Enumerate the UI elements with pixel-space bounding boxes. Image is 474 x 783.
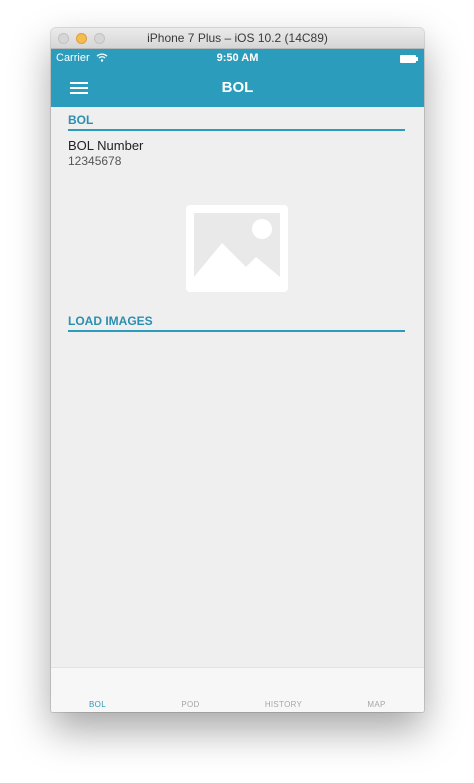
load-images-section-header: LOAD IMAGES — [68, 314, 405, 332]
tab-bar: BOL POD HISTORY MAP — [51, 667, 424, 712]
image-placeholder-icon[interactable] — [186, 205, 288, 292]
nav-bar: BOL — [51, 69, 424, 107]
tab-history[interactable]: HISTORY — [237, 700, 330, 709]
bol-number-label: BOL Number — [68, 138, 144, 153]
status-bar: Carrier 9:50 AM — [51, 49, 424, 69]
window-titlebar: iPhone 7 Plus – iOS 10.2 (14C89) — [51, 28, 424, 49]
tab-bol[interactable]: BOL — [51, 700, 144, 709]
tab-pod[interactable]: POD — [144, 700, 237, 709]
status-time: 9:50 AM — [216, 52, 259, 64]
bol-number-value: 12345678 — [68, 154, 122, 168]
nav-title: BOL — [221, 79, 254, 96]
window-title: iPhone 7 Plus – iOS 10.2 (14C89) — [147, 31, 328, 45]
bol-section-header: BOL — [68, 113, 405, 131]
battery-icon — [400, 55, 418, 63]
simulator-window: iPhone 7 Plus – iOS 10.2 (14C89) Carrier… — [51, 28, 424, 712]
tab-map[interactable]: MAP — [330, 700, 423, 709]
